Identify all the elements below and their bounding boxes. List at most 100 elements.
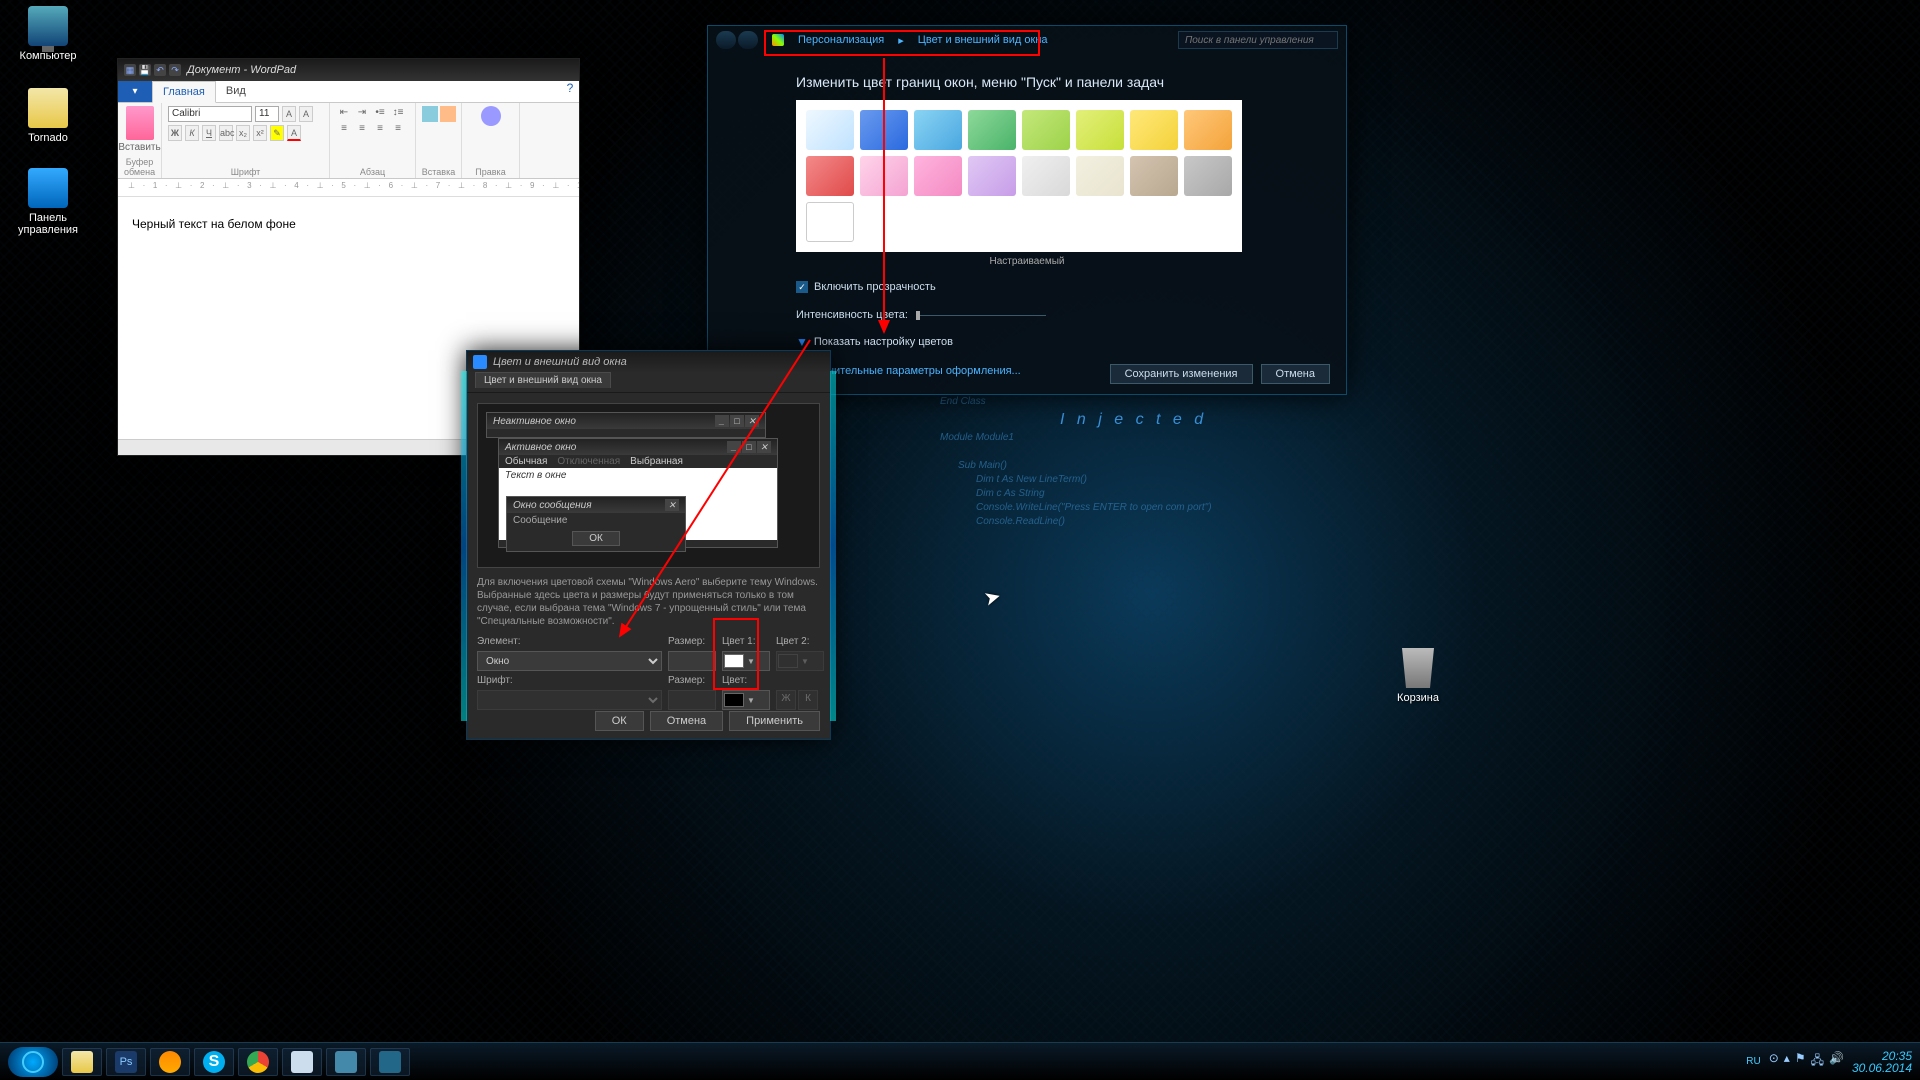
cancel-button[interactable]: Отмена bbox=[1261, 364, 1330, 384]
desktop-icon-computer[interactable]: Компьютер bbox=[10, 6, 86, 62]
swatch[interactable] bbox=[914, 156, 962, 196]
align-center-icon[interactable]: ≡ bbox=[354, 122, 370, 136]
tray-network-icon[interactable]: 🖧 bbox=[1811, 1051, 1824, 1072]
desktop-icon-control-panel[interactable]: Панель управления bbox=[10, 168, 86, 236]
swatch[interactable] bbox=[1022, 156, 1070, 196]
swatch[interactable] bbox=[968, 156, 1016, 196]
desktop-icon-folder[interactable]: Tornado bbox=[10, 88, 86, 144]
explorer-header: Персонализация ▸ Цвет и внешний вид окна bbox=[708, 26, 1346, 54]
apply-button[interactable]: Применить bbox=[729, 711, 820, 731]
dec-indent-icon[interactable]: ⇤ bbox=[336, 106, 352, 120]
swatch[interactable] bbox=[1184, 110, 1232, 150]
bold-toggle[interactable]: Ж bbox=[776, 690, 796, 710]
ruler[interactable]: ⊥·1·⊥·2·⊥·3·⊥·4·⊥·5·⊥·6·⊥·7·⊥·8·⊥·9·⊥·10… bbox=[118, 179, 579, 197]
transparency-checkbox-row[interactable]: ✓ Включить прозрачность bbox=[796, 281, 1258, 293]
preview-message-box[interactable]: Окно сообщения ✕ Сообщение ОК bbox=[506, 496, 686, 552]
taskbar-skype[interactable]: S bbox=[194, 1048, 234, 1076]
tab-view[interactable]: Вид bbox=[216, 81, 256, 102]
tray-flag-icon[interactable]: ⚑ bbox=[1795, 1051, 1806, 1072]
italic-icon[interactable]: К bbox=[185, 125, 199, 141]
window-glow bbox=[830, 371, 836, 721]
font-select[interactable] bbox=[477, 690, 662, 710]
show-mixer-toggle[interactable]: ▼ Показать настройку цветов bbox=[796, 335, 1258, 349]
subscript-icon[interactable]: x₂ bbox=[236, 125, 250, 141]
swatch[interactable] bbox=[806, 202, 854, 242]
swatch[interactable] bbox=[806, 110, 854, 150]
swatch[interactable] bbox=[1130, 110, 1178, 150]
save-icon[interactable]: 💾 bbox=[139, 64, 151, 76]
file-menu[interactable]: ▾ bbox=[118, 81, 152, 102]
undo-icon[interactable]: ↶ bbox=[154, 64, 166, 76]
italic-toggle[interactable]: К bbox=[798, 690, 818, 710]
superscript-icon[interactable]: x² bbox=[253, 125, 267, 141]
font-color-icon[interactable]: A bbox=[287, 125, 301, 141]
align-justify-icon[interactable]: ≡ bbox=[390, 122, 406, 136]
tray-icons[interactable]: ⊙ ▴ ⚑ 🖧 🔊 bbox=[1769, 1051, 1844, 1072]
taskbar-app[interactable] bbox=[370, 1048, 410, 1076]
wordpad-titlebar[interactable]: ▦ 💾 ↶ ↷ Документ - WordPad bbox=[118, 59, 579, 81]
align-left-icon[interactable]: ≡ bbox=[336, 122, 352, 136]
taskbar-explorer[interactable] bbox=[62, 1048, 102, 1076]
tray-up-icon[interactable]: ▴ bbox=[1784, 1051, 1790, 1072]
align-right-icon[interactable]: ≡ bbox=[372, 122, 388, 136]
element-select[interactable]: Окно bbox=[477, 651, 662, 671]
shrink-font-icon[interactable]: A bbox=[299, 106, 313, 122]
lang-indicator[interactable]: RU bbox=[1746, 1056, 1760, 1067]
swatch[interactable] bbox=[914, 110, 962, 150]
tray-icon[interactable]: ⊙ bbox=[1769, 1051, 1779, 1072]
color1-picker[interactable]: ▼ bbox=[722, 651, 770, 671]
size-spinner[interactable] bbox=[668, 651, 716, 671]
bullets-icon[interactable]: •≡ bbox=[372, 106, 388, 120]
linespacing-icon[interactable]: ↕≡ bbox=[390, 106, 406, 120]
find-icon[interactable] bbox=[481, 106, 501, 126]
swatch[interactable] bbox=[1076, 110, 1124, 150]
breadcrumb-current[interactable]: Цвет и внешний вид окна bbox=[910, 32, 1056, 48]
taskbar-app[interactable] bbox=[282, 1048, 322, 1076]
swatch[interactable] bbox=[806, 156, 854, 196]
swatch[interactable] bbox=[1076, 156, 1124, 196]
forward-icon[interactable] bbox=[738, 31, 758, 49]
checkbox-icon[interactable]: ✓ bbox=[796, 281, 808, 293]
grow-font-icon[interactable]: A bbox=[282, 106, 296, 122]
font-color-picker[interactable]: ▼ bbox=[722, 690, 770, 710]
bold-icon[interactable]: Ж bbox=[168, 125, 182, 141]
taskbar-app[interactable] bbox=[326, 1048, 366, 1076]
dialog-titlebar[interactable]: Цвет и внешний вид окна bbox=[467, 351, 830, 373]
font-name-select[interactable]: Calibri bbox=[168, 106, 252, 122]
back-icon[interactable] bbox=[716, 31, 736, 49]
ok-button[interactable]: ОК bbox=[595, 711, 644, 731]
strike-icon[interactable]: abc bbox=[219, 125, 233, 141]
swatch[interactable] bbox=[968, 110, 1016, 150]
inc-indent-icon[interactable]: ⇥ bbox=[354, 106, 370, 120]
intensity-slider[interactable] bbox=[916, 315, 1046, 316]
desktop-icon-trash[interactable]: Корзина bbox=[1380, 648, 1456, 704]
font-size-spinner[interactable] bbox=[668, 690, 716, 710]
paste-icon[interactable] bbox=[126, 106, 154, 140]
taskbar-photoshop[interactable]: Ps bbox=[106, 1048, 146, 1076]
taskbar-chrome[interactable] bbox=[238, 1048, 278, 1076]
tab-appearance[interactable]: Цвет и внешний вид окна bbox=[475, 372, 611, 388]
clock[interactable]: 20:35 30.06.2014 bbox=[1852, 1050, 1912, 1074]
swatch[interactable] bbox=[860, 110, 908, 150]
save-button[interactable]: Сохранить изменения bbox=[1110, 364, 1253, 384]
swatch[interactable] bbox=[1022, 110, 1070, 150]
tray-volume-icon[interactable]: 🔊 bbox=[1829, 1051, 1844, 1072]
search-input[interactable] bbox=[1178, 31, 1338, 49]
picture-icon[interactable] bbox=[422, 106, 438, 122]
color2-picker[interactable]: ▼ bbox=[776, 651, 824, 671]
redo-icon[interactable]: ↷ bbox=[169, 64, 181, 76]
highlight-icon[interactable]: ✎ bbox=[270, 125, 284, 141]
breadcrumb-link[interactable]: Персонализация bbox=[790, 32, 892, 48]
drawing-icon[interactable] bbox=[440, 106, 456, 122]
tab-home[interactable]: Главная bbox=[152, 81, 216, 103]
preview-inactive-window[interactable]: Неактивное окно _□✕ bbox=[486, 412, 766, 438]
swatch[interactable] bbox=[860, 156, 908, 196]
taskbar-media-player[interactable] bbox=[150, 1048, 190, 1076]
font-size-select[interactable]: 11 bbox=[255, 106, 279, 122]
start-button[interactable] bbox=[8, 1047, 58, 1077]
cancel-button[interactable]: Отмена bbox=[650, 711, 723, 731]
underline-icon[interactable]: Ч bbox=[202, 125, 216, 141]
help-icon[interactable]: ? bbox=[561, 81, 579, 102]
swatch[interactable] bbox=[1130, 156, 1178, 196]
swatch[interactable] bbox=[1184, 156, 1232, 196]
